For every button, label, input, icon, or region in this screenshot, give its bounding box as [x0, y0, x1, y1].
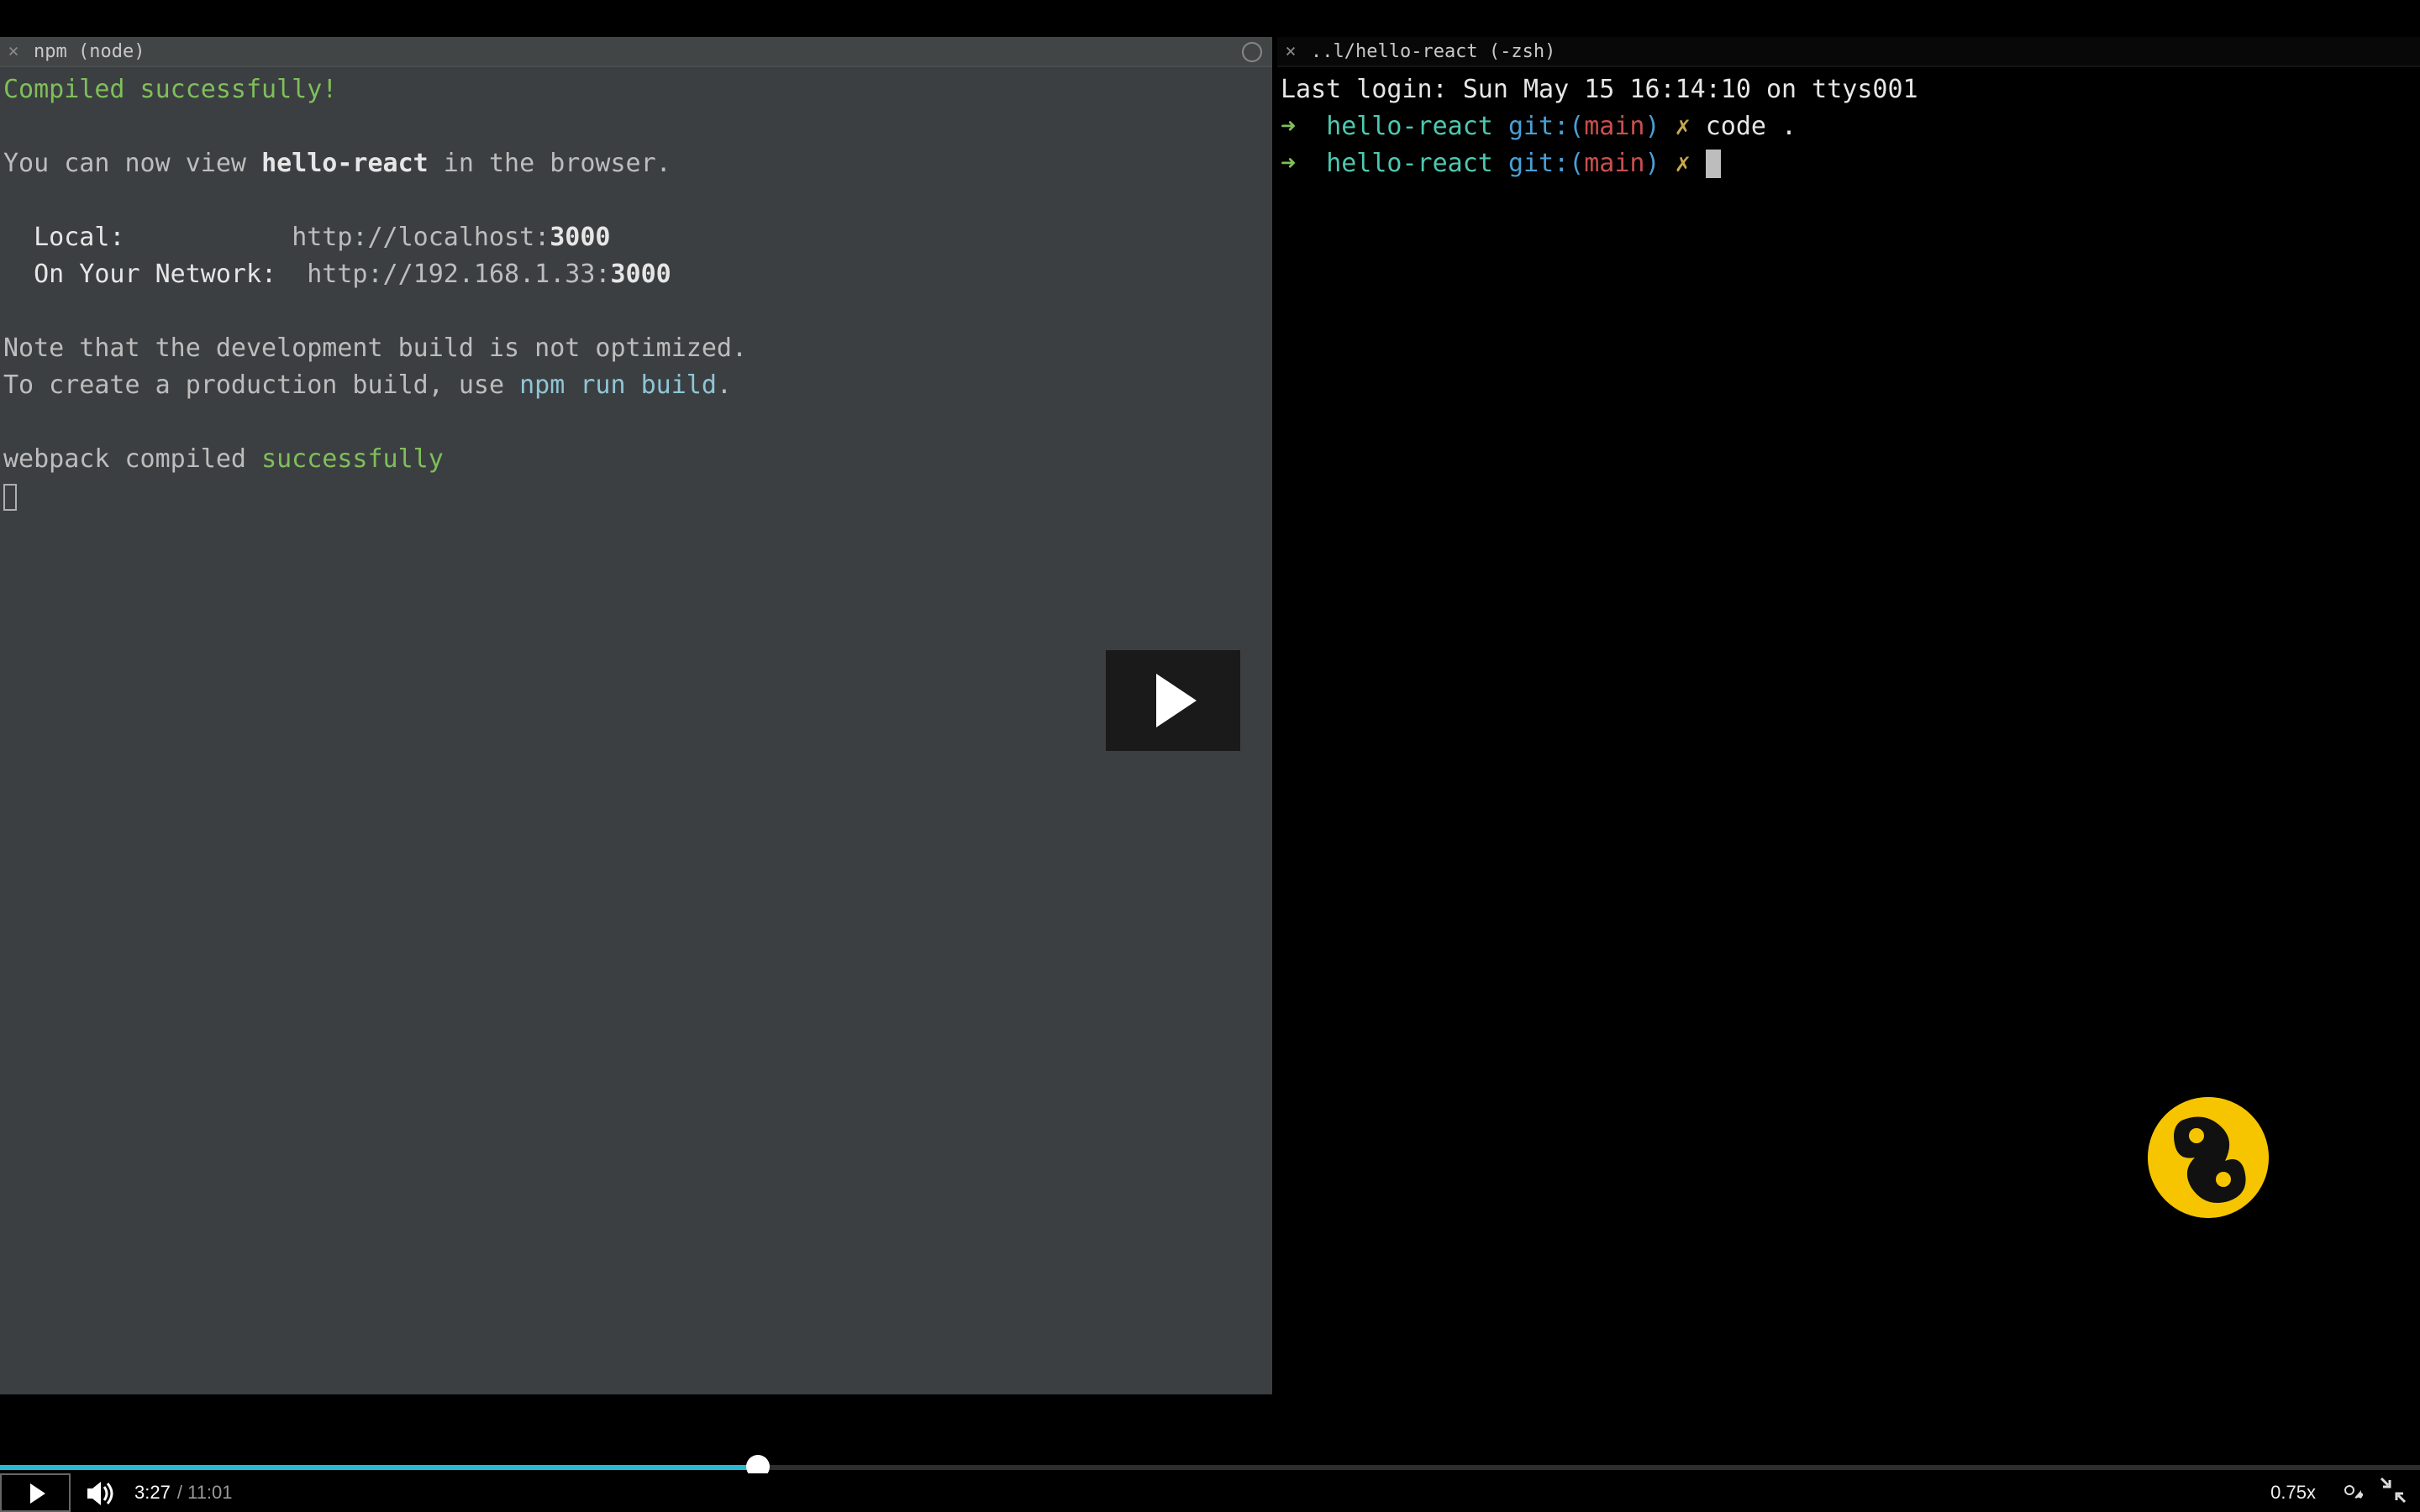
- exit-fullscreen-icon: [2380, 1477, 2407, 1504]
- volume-icon: [87, 1479, 118, 1506]
- current-time: 3:27: [134, 1483, 171, 1503]
- playback-speed-button[interactable]: 0.75x: [2270, 1483, 2316, 1503]
- close-icon[interactable]: ×: [1281, 40, 1301, 62]
- player-controls: 3:27 / 11:01 0.75x: [0, 1473, 2420, 1512]
- play-pause-button[interactable]: [0, 1473, 71, 1512]
- local-url-line: Local: http://localhost:3000: [3, 222, 611, 252]
- tab-title-left[interactable]: npm (node): [24, 40, 145, 62]
- terminal-output-left[interactable]: Compiled successfully! You can now view …: [0, 67, 1272, 517]
- view-line: You can now view hello-react in the brow…: [3, 148, 671, 178]
- network-url-line: On Your Network: http://192.168.1.33:300…: [3, 259, 671, 289]
- gear-icon: [2336, 1477, 2363, 1504]
- play-button[interactable]: [1106, 650, 1240, 751]
- terminal-tabbar-right: × ..l/hello-react (-zsh): [1277, 37, 2420, 67]
- prompt-line-1: ➜ hello-react git:(main) ✗ code .: [1281, 111, 1797, 141]
- settings-button[interactable]: [2336, 1477, 2363, 1509]
- cursor-icon: [3, 484, 17, 511]
- tab-indicator-icon: [1242, 41, 1262, 61]
- progress-fill: [0, 1465, 757, 1470]
- window-top-strip: [0, 0, 2420, 37]
- progress-bar[interactable]: [0, 1460, 2420, 1473]
- play-icon: [1156, 674, 1197, 727]
- terminal-pane-right: × ..l/hello-react (-zsh) Last login: Sun…: [1277, 37, 2420, 1394]
- last-login-line: Last login: Sun May 15 16:14:10 on ttys0…: [1281, 74, 1918, 104]
- tab-title-right[interactable]: ..l/hello-react (-zsh): [1301, 40, 1555, 62]
- compiled-success-line: Compiled successfully!: [3, 74, 337, 104]
- cursor-icon: [1706, 150, 1721, 178]
- close-icon[interactable]: ×: [3, 40, 24, 62]
- brand-logo-icon: [2148, 1097, 2269, 1218]
- duration: / 11:01: [177, 1483, 233, 1503]
- terminal-pane-left: × npm (node) Compiled successfully! You …: [0, 37, 1272, 1394]
- note-line-1: Note that the development build is not o…: [3, 333, 747, 363]
- terminal-output-right[interactable]: Last login: Sun May 15 16:14:10 on ttys0…: [1277, 67, 2420, 185]
- webpack-line: webpack compiled successfully: [3, 444, 444, 474]
- exit-fullscreen-button[interactable]: [2380, 1477, 2407, 1509]
- terminal-tabbar-left: × npm (node): [0, 37, 1272, 67]
- play-icon: [29, 1483, 45, 1503]
- prompt-line-2: ➜ hello-react git:(main) ✗: [1281, 148, 1721, 178]
- note-line-2: To create a production build, use npm ru…: [3, 370, 732, 400]
- volume-button[interactable]: [87, 1479, 118, 1506]
